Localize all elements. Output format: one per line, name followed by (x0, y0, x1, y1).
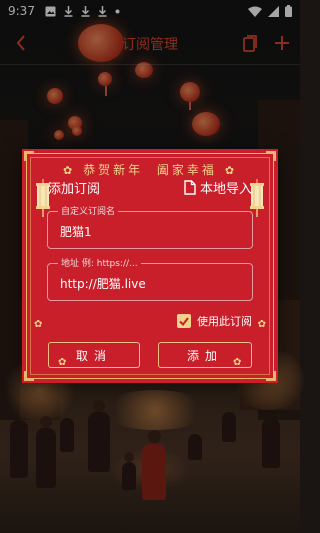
subscription-name-field[interactable]: 自定义订阅名 肥猫1 (47, 204, 253, 249)
use-subscription-checkbox[interactable] (177, 314, 191, 328)
dialog-title: 添加订阅 (48, 181, 101, 197)
subscription-url-field[interactable]: 地址 例: https://... http://肥猫.live (47, 256, 253, 301)
local-import-button[interactable]: 本地导入 (184, 178, 252, 197)
use-subscription-toggle[interactable]: 使用此订阅 (177, 313, 252, 329)
greeting-banner: ✿ 恭贺新年 阖家幸福 ✿ (22, 161, 278, 178)
add-button-label: 添加 (186, 348, 223, 363)
subscription-url-label: 地址 例: https://... (58, 256, 141, 269)
banner-right-text: 阖家幸福 (156, 163, 217, 177)
checkmark-icon (179, 316, 189, 326)
dialog-header: 添加订阅 本地导入 (48, 177, 252, 197)
cancel-button-label: 取消 (75, 348, 112, 363)
flower-icon: ✿ (233, 357, 242, 368)
flower-icon: ✿ (257, 319, 266, 330)
subscription-url-value[interactable]: http://肥猫.live (60, 275, 146, 292)
flower-icon: ✿ (62, 164, 76, 177)
subscription-name-value[interactable]: 肥猫1 (60, 223, 92, 240)
use-subscription-label: 使用此订阅 (197, 315, 252, 328)
file-icon (184, 179, 196, 195)
flower-icon: ✿ (224, 164, 238, 177)
flower-icon: ✿ (58, 357, 67, 368)
frame-corner (24, 151, 34, 161)
local-import-label: 本地导入 (199, 181, 252, 197)
flower-icon: ✿ (34, 319, 43, 330)
banner-left-text: 恭贺新年 (83, 163, 144, 177)
frame-corner (266, 151, 276, 161)
add-subscription-dialog: ✿ 恭贺新年 阖家幸福 ✿ 添加订阅 本地导入 自定义订阅名 肥猫1 地址 例: h… (22, 149, 278, 383)
frame-corner (24, 371, 34, 381)
subscription-name-label: 自定义订阅名 (58, 204, 119, 217)
frame-corner (266, 371, 276, 381)
